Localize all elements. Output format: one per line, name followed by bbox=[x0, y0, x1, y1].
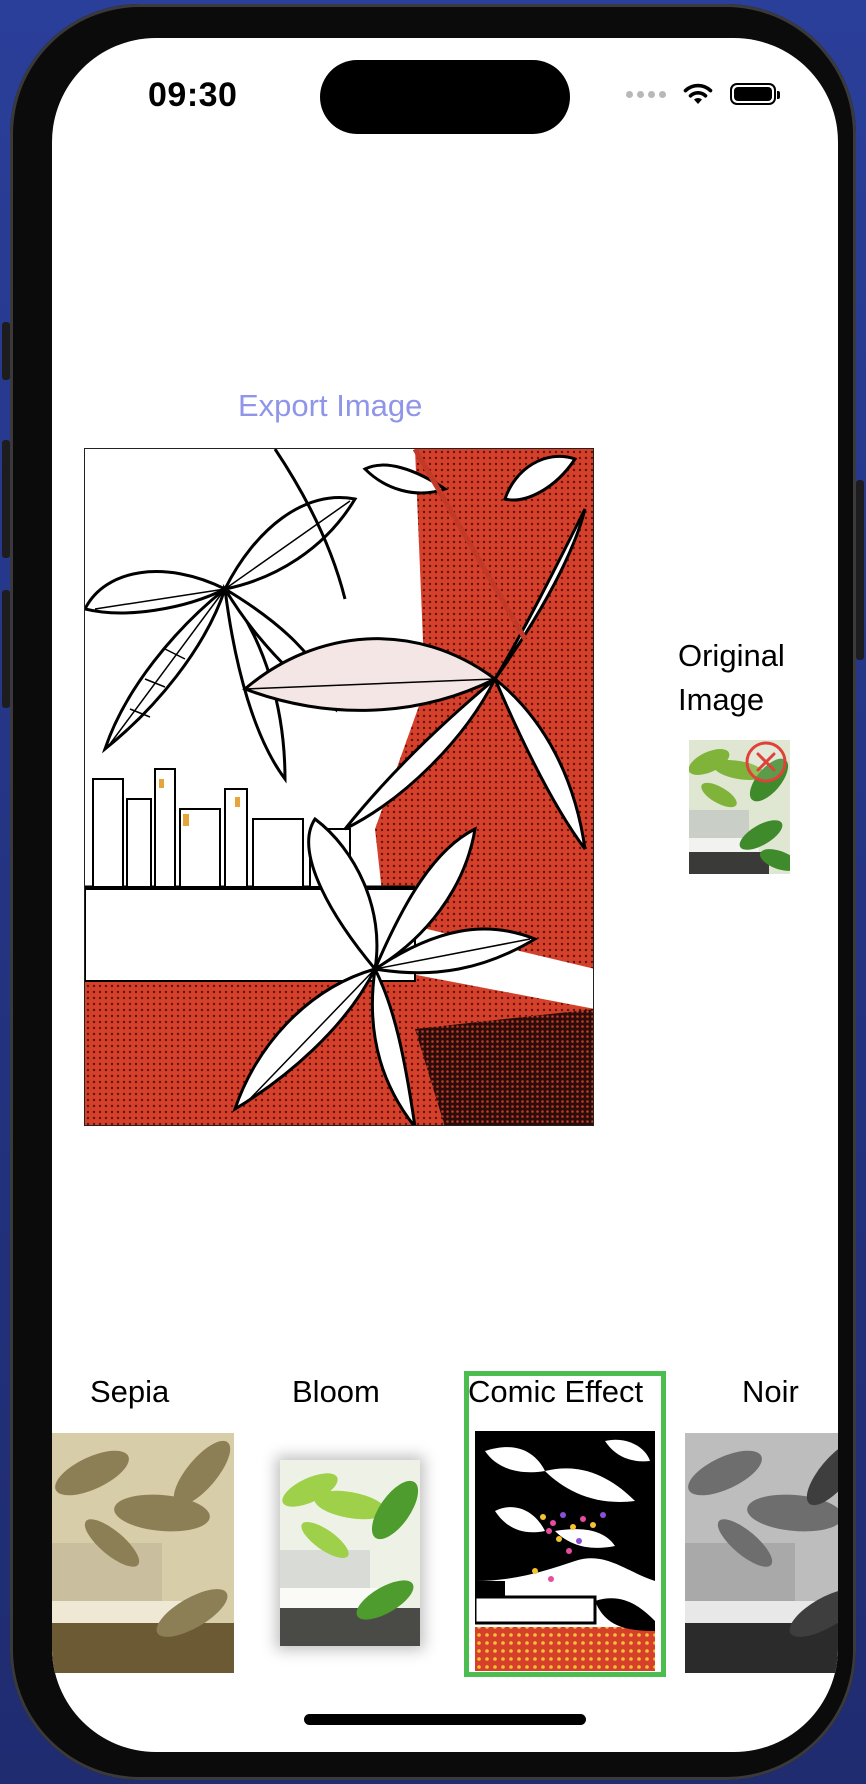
filter-thumbnail-noir[interactable] bbox=[685, 1433, 838, 1673]
filter-label-bloom: Bloom bbox=[292, 1374, 380, 1409]
status-time: 09:30 bbox=[148, 76, 238, 114]
filter-thumbnail-sepia[interactable] bbox=[52, 1433, 234, 1673]
original-image-label: Original Image bbox=[678, 638, 785, 717]
selected-filter-indicator bbox=[464, 1371, 666, 1677]
filtered-image-preview bbox=[84, 448, 594, 1126]
volume-up-button bbox=[2, 440, 10, 558]
battery-icon bbox=[730, 83, 780, 105]
remove-original-icon[interactable] bbox=[744, 740, 788, 784]
status-icons bbox=[626, 82, 780, 106]
bloom-preview bbox=[280, 1460, 420, 1646]
action-button bbox=[2, 322, 10, 380]
filter-label-noir: Noir bbox=[742, 1374, 799, 1409]
sepia-preview bbox=[52, 1433, 234, 1673]
wifi-icon bbox=[683, 83, 713, 104]
phone-frame: 09:30 Export Image Original Image Sepia … bbox=[10, 4, 856, 1780]
cellular-signal-icon bbox=[626, 90, 666, 98]
volume-down-button bbox=[2, 590, 10, 708]
app-screen: 09:30 Export Image Original Image Sepia … bbox=[52, 38, 838, 1752]
dynamic-island bbox=[320, 60, 570, 134]
power-button bbox=[856, 480, 864, 660]
noir-preview bbox=[685, 1433, 838, 1673]
filter-thumbnail-bloom[interactable] bbox=[280, 1460, 420, 1646]
filter-label-sepia: Sepia bbox=[90, 1374, 170, 1409]
export-image-button[interactable]: Export Image bbox=[238, 388, 422, 424]
home-indicator[interactable] bbox=[304, 1714, 586, 1725]
comic-effect-artwork bbox=[85, 449, 593, 1125]
